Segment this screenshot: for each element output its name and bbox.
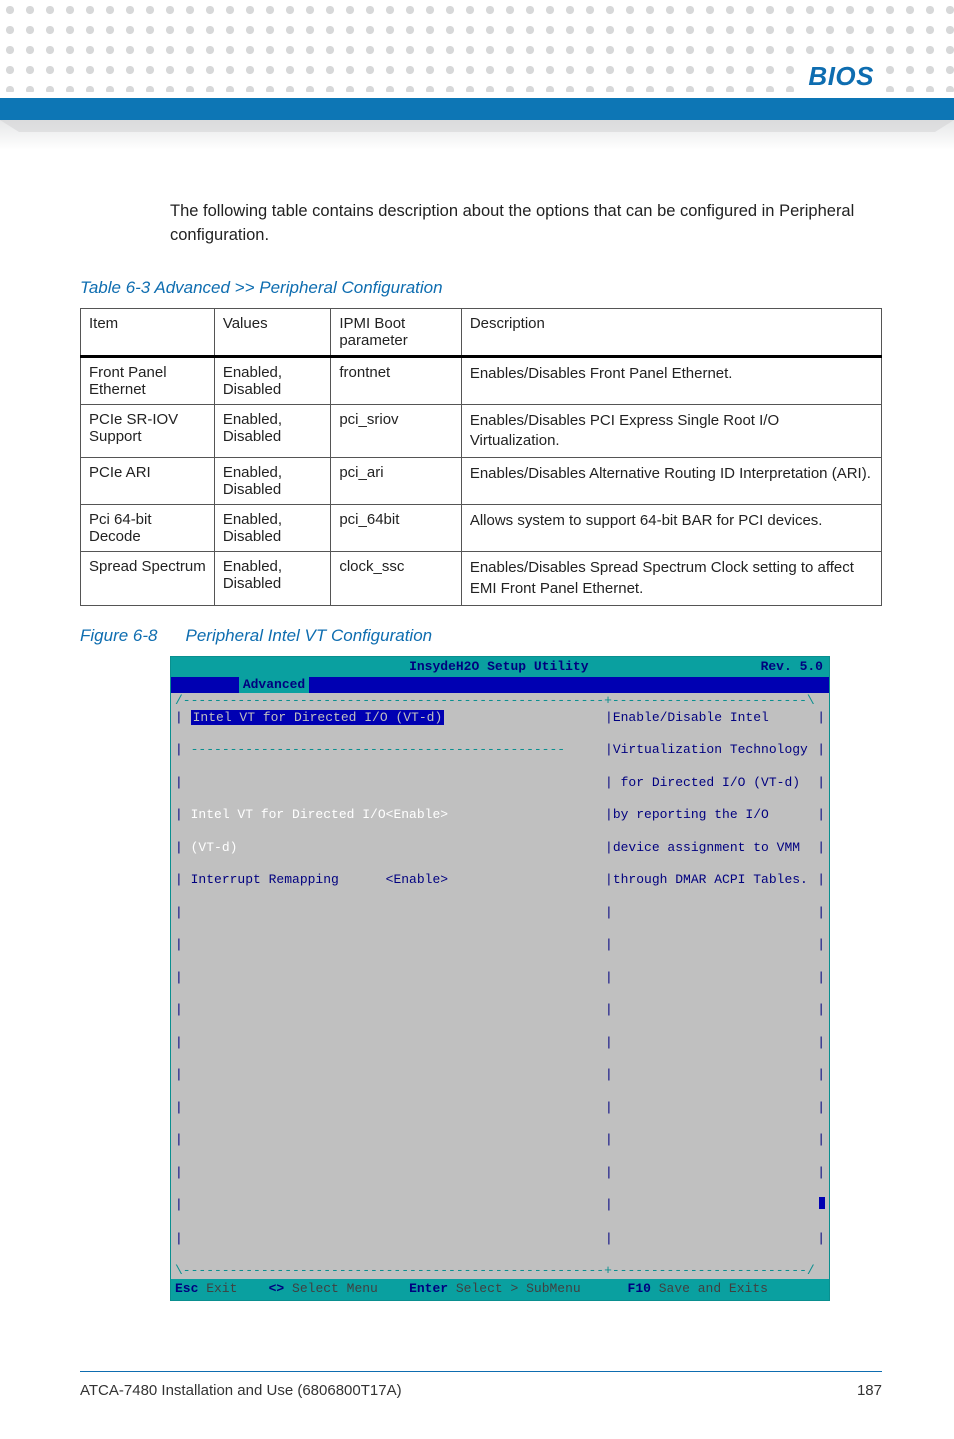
cell-item: PCIe SR-IOV Support <box>81 404 215 458</box>
col-item: Item <box>81 308 215 356</box>
key-enter[interactable]: Enter <box>409 1281 448 1296</box>
bios-help-line: Virtualization Technology <box>613 742 817 758</box>
cell-item: Front Panel Ethernet <box>81 356 215 404</box>
cell-ipmi: pci_ari <box>331 458 461 505</box>
cell-ipmi: frontnet <box>331 356 461 404</box>
bios-title: InsydeH2O Setup Utility <box>237 659 761 675</box>
cell-values: Enabled, Disabled <box>214 505 331 552</box>
bios-footer: Esc Exit <> Select Menu Enter Select > S… <box>171 1279 829 1299</box>
section-title: BIOS <box>798 61 884 92</box>
cell-desc: Enables/Disables Front Panel Ethernet. <box>461 356 881 404</box>
bios-title-bar: InsydeH2O Setup Utility Rev. 5.0 <box>171 657 829 677</box>
cell-item: Pci 64-bit Decode <box>81 505 215 552</box>
scroll-thumb-icon <box>819 1197 825 1209</box>
cell-values: Enabled, Disabled <box>214 458 331 505</box>
bios-help-line: by reporting the I/O <box>613 807 817 823</box>
bios-help-line: for Directed I/O (VT-d) <box>613 775 817 791</box>
bios-rev: Rev. 5.0 <box>761 659 823 675</box>
cell-desc: Allows system to support 64-bit BAR for … <box>461 505 881 552</box>
cell-item: PCIe ARI <box>81 458 215 505</box>
bios-tab-advanced[interactable]: Advanced <box>239 676 309 693</box>
page-footer: ATCA-7480 Installation and Use (6806800T… <box>80 1371 882 1399</box>
intro-paragraph: The following table contains description… <box>170 200 882 248</box>
cell-values: Enabled, Disabled <box>214 552 331 606</box>
table-row: Spread Spectrum Enabled, Disabled clock_… <box>81 552 882 606</box>
cell-desc: Enables/Disables PCI Express Single Root… <box>461 404 881 458</box>
bios-help-line: Enable/Disable Intel <box>613 710 817 726</box>
col-desc: Description <box>461 308 881 356</box>
bios-opt1-value[interactable]: <Enable> <box>386 807 448 822</box>
bios-body: /---------------------------------------… <box>171 693 829 1279</box>
table-row: Pci 64-bit Decode Enabled, Disabled pci_… <box>81 505 882 552</box>
cell-ipmi: pci_64bit <box>331 505 461 552</box>
footer-page: 187 <box>857 1382 882 1399</box>
key-esc[interactable]: Esc <box>175 1281 198 1296</box>
header-dot-band: BIOS <box>0 0 954 92</box>
key-arrows-label: Select Menu <box>284 1281 409 1296</box>
table-row: Front Panel Ethernet Enabled, Disabled f… <box>81 356 882 404</box>
key-f10-label: Save and Exits <box>651 1281 784 1296</box>
col-values: Values <box>214 308 331 356</box>
figure-number: Figure 6-8 <box>80 626 157 645</box>
figure-caption: Figure 6-8 Peripheral Intel VT Configurat… <box>80 626 882 646</box>
bios-opt1-sub: (VT-d) <box>191 840 238 855</box>
cell-item: Spread Spectrum <box>81 552 215 606</box>
table-header-row: Item Values IPMI Boot parameter Descript… <box>81 308 882 356</box>
table-row: PCIe SR-IOV Support Enabled, Disabled pc… <box>81 404 882 458</box>
key-arrows[interactable]: <> <box>269 1281 285 1296</box>
bios-tab-bar: .Advanced <box>171 677 829 693</box>
bios-help-line: device assignment to VMM <box>613 840 817 856</box>
bios-opt2-value[interactable]: <Enable> <box>386 872 448 887</box>
peripheral-config-table: Item Values IPMI Boot parameter Descript… <box>80 308 882 606</box>
cell-values: Enabled, Disabled <box>214 356 331 404</box>
header-bevel <box>0 120 954 150</box>
key-esc-label: Exit <box>198 1281 268 1296</box>
bios-terminal: InsydeH2O Setup Utility Rev. 5.0 .Advanc… <box>170 656 830 1301</box>
bios-heading[interactable]: Intel VT for Directed I/O (VT-d) <box>191 710 445 725</box>
bios-opt2-label[interactable]: Interrupt Remapping <box>191 872 339 887</box>
key-f10[interactable]: F10 <box>628 1281 651 1296</box>
figure-title: Peripheral Intel VT Configuration <box>185 626 432 645</box>
col-ipmi: IPMI Boot parameter <box>331 308 461 356</box>
cell-desc: Enables/Disables Alternative Routing ID … <box>461 458 881 505</box>
key-enter-label: Select > SubMenu <box>448 1281 627 1296</box>
cell-desc: Enables/Disables Spread Spectrum Clock s… <box>461 552 881 606</box>
bios-help-line: through DMAR ACPI Tables. <box>613 872 817 888</box>
footer-doc: ATCA-7480 Installation and Use (6806800T… <box>80 1382 402 1399</box>
header-blue-bar <box>0 98 954 120</box>
cell-ipmi: clock_ssc <box>331 552 461 606</box>
cell-values: Enabled, Disabled <box>214 404 331 458</box>
cell-ipmi: pci_sriov <box>331 404 461 458</box>
table-row: PCIe ARI Enabled, Disabled pci_ari Enabl… <box>81 458 882 505</box>
bios-opt1-label[interactable]: Intel VT for Directed I/O <box>191 807 386 822</box>
table-caption: Table 6-3 Advanced >> Peripheral Configu… <box>80 278 882 298</box>
